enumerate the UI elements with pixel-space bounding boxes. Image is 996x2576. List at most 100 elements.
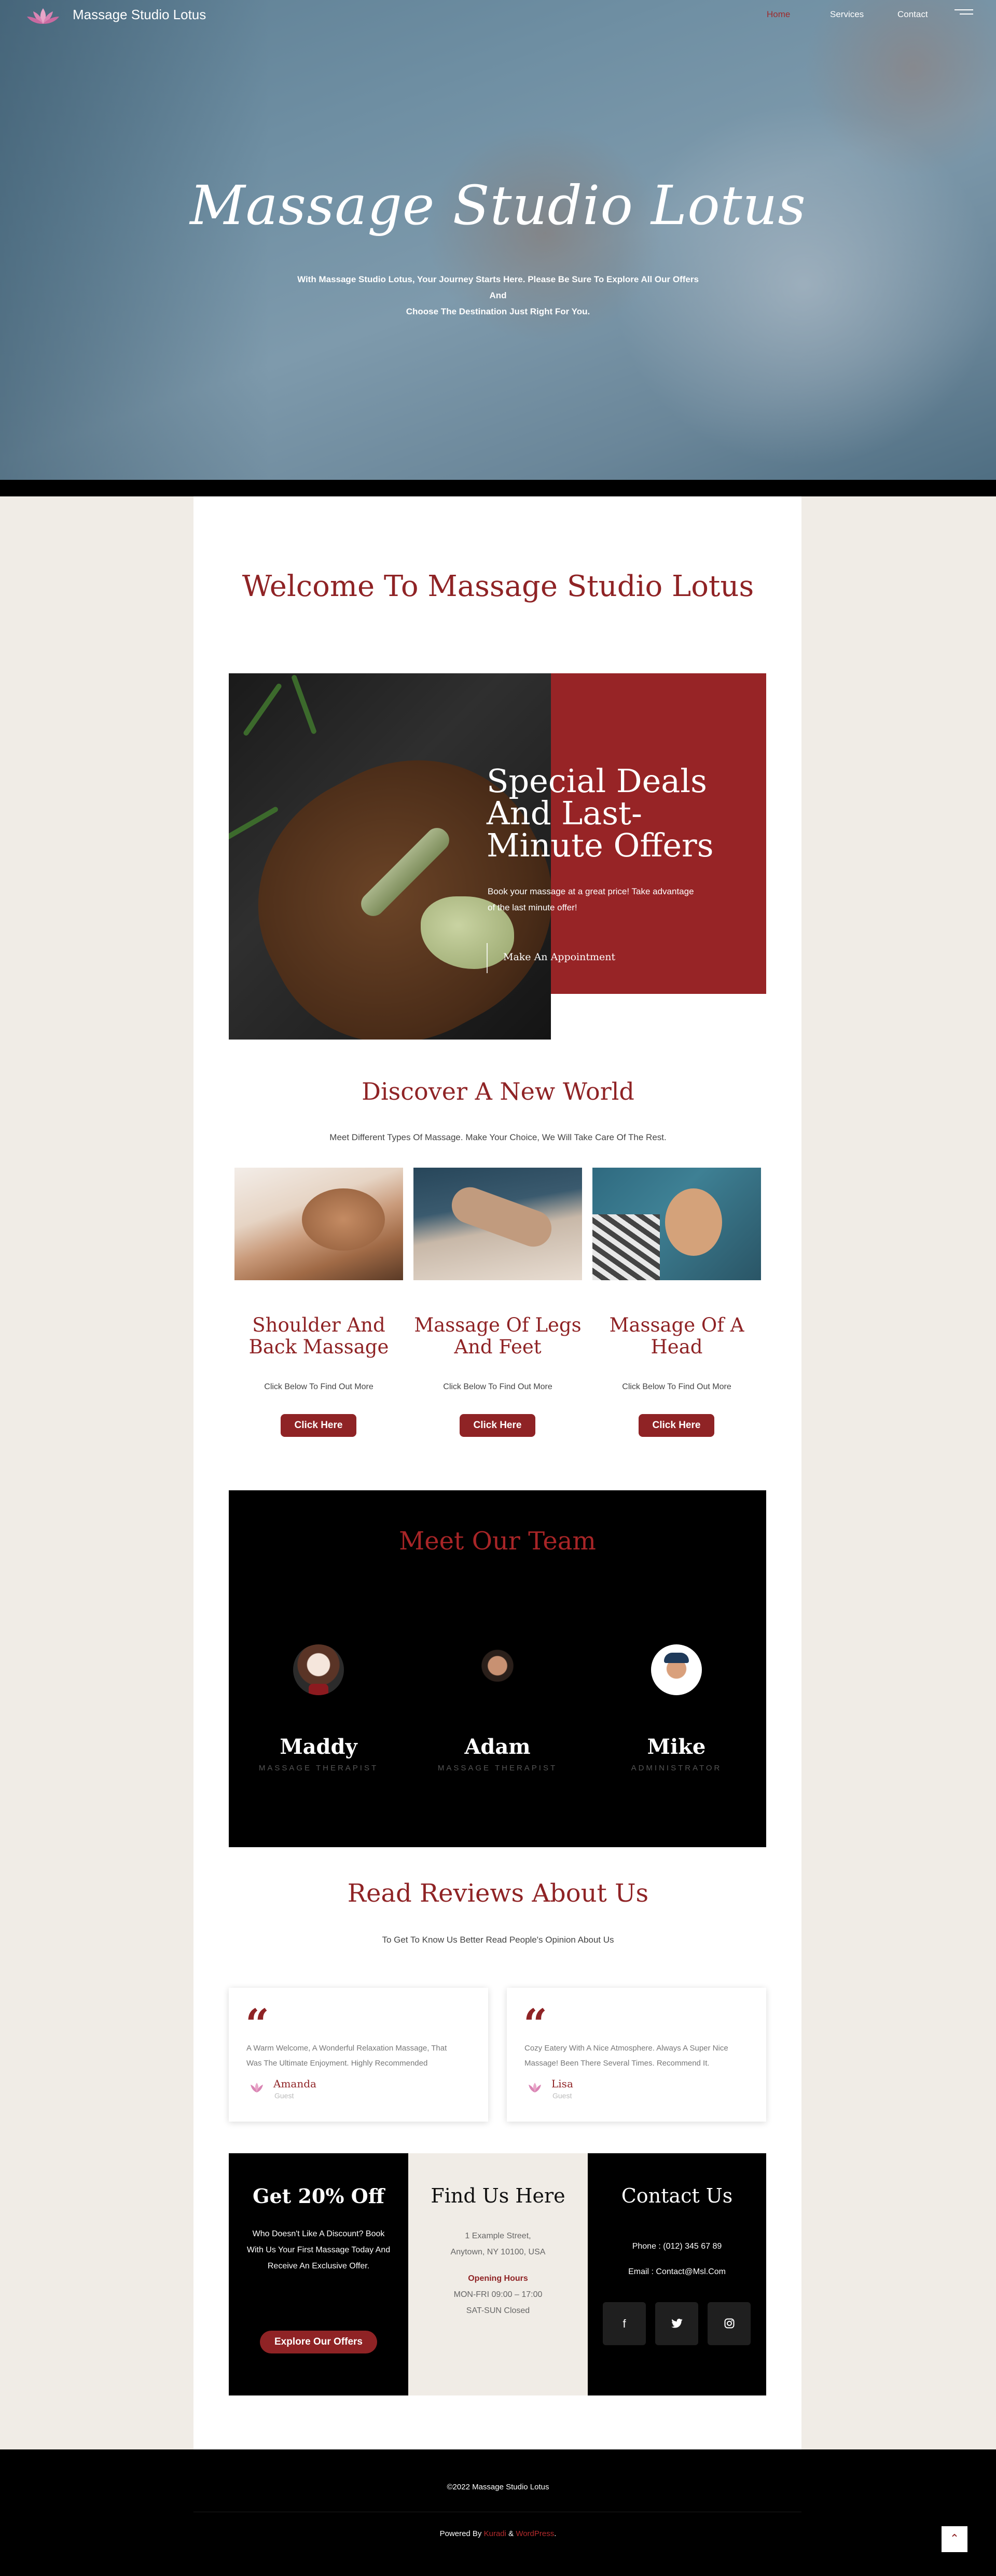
site-footer (0, 2449, 996, 2576)
avatar (472, 1644, 523, 1695)
hero-divider (0, 480, 996, 496)
reviewer-role: Guest (552, 2092, 572, 2100)
reviews-subtitle: To Get To Know Us Better Read People's O… (382, 1935, 614, 1945)
cta-divider (487, 943, 488, 973)
instagram-icon[interactable] (708, 2302, 751, 2345)
discover-heading: Discover A New World (362, 1077, 634, 1105)
nav-home[interactable]: Home (767, 9, 790, 20)
face-shape (665, 1188, 722, 1256)
service-title-line: Massage Of A (609, 1314, 744, 1336)
chevron-up-icon: ⌃ (949, 2532, 960, 2545)
head-massage-image (592, 1168, 761, 1280)
click-here-button[interactable]: Click Here (281, 1414, 356, 1437)
member-name: Adam (464, 1735, 531, 1759)
offer-panel: Get 20% Off Who Doesn't Like A Discount?… (229, 2153, 408, 2395)
contact-title: Contact Us (621, 2184, 733, 2207)
review-text-line: A Warm Welcome, A Wonderful Relaxation M… (246, 2044, 447, 2053)
hero-subtitle-line: Choose The Destination Just Right For Yo… (406, 307, 590, 316)
service-note: Click Below To Find Out More (264, 1382, 374, 1391)
reviewer-name: Lisa (551, 2078, 573, 2090)
service-title-line: Massage Of Legs (414, 1314, 582, 1336)
address-line: 1 Example Street, (465, 2232, 531, 2240)
wordpress-link[interactable]: WordPress (516, 2529, 554, 2538)
hero-subtitle: With Massage Studio Lotus, Your Journey … (290, 271, 706, 320)
member-name: Mike (647, 1735, 706, 1759)
offer-text: Receive An Exclusive Offer. (267, 2262, 370, 2270)
review-card: “ Cozy Eatery With A Nice Atmosphere. Al… (507, 1988, 766, 2122)
rosemary-sprig (242, 682, 283, 737)
avatar (293, 1644, 344, 1695)
phone-text[interactable]: Phone : (012) 345 67 89 (588, 2238, 766, 2254)
address-line: Anytown, NY 10100, USA (450, 2248, 546, 2256)
service-note: Click Below To Find Out More (622, 1382, 731, 1391)
hours-label: Opening Hours (468, 2274, 528, 2283)
reviewer-name: Amanda (273, 2078, 316, 2090)
legs-massage-image (413, 1168, 582, 1280)
quote-icon: “ (523, 2000, 548, 2048)
hours-line: MON-FRI 09:00 – 17:00 (453, 2290, 543, 2299)
quote-icon: “ (245, 2000, 270, 2048)
team-heading: Meet Our Team (399, 1527, 596, 1556)
lotus-icon (529, 2082, 541, 2093)
deals-text-line: Book your massage at a great price! Take… (488, 887, 694, 896)
avatar-cap (664, 1653, 689, 1663)
member-role: ADMINISTRATOR (631, 1764, 722, 1772)
click-here-button[interactable]: Click Here (639, 1414, 714, 1437)
hero-title: Massage Studio Lotus (190, 174, 806, 237)
deals-text-line: of the last minute offer! (488, 903, 577, 912)
service-title-line: Head (651, 1336, 703, 1358)
kuradi-link[interactable]: Kuradi (484, 2529, 506, 2538)
powered-by-amp: & (508, 2529, 514, 2538)
deals-text: Book your massage at a great price! Take… (488, 883, 726, 916)
offer-text: Who Doesn't Like A Discount? Book (252, 2229, 385, 2238)
service-note: Click Below To Find Out More (443, 1382, 552, 1391)
powered-by-text: Powered By Kuradi & WordPress. (0, 2529, 996, 2538)
powered-by-period: . (554, 2529, 557, 2538)
leg-shape (447, 1182, 557, 1252)
nav-contact[interactable]: Contact (897, 9, 928, 20)
service-title: Massage Of A Head (592, 1314, 761, 1358)
lotus-icon[interactable] (25, 6, 61, 27)
service-title-line: And Feet (454, 1336, 542, 1358)
service-title: Shoulder And Back Massage (234, 1314, 403, 1358)
scroll-to-top-button[interactable]: ⌃ (942, 2526, 967, 2552)
location-title: Find Us Here (431, 2184, 565, 2207)
top-nav: Massage Studio Lotus Home Services Conta… (0, 0, 996, 30)
review-text-line: Massage! Been There Several Times. Recom… (524, 2059, 710, 2068)
make-appointment-link[interactable]: Make An Appointment (503, 951, 615, 963)
review-text: Cozy Eatery With A Nice Atmosphere. Alwa… (524, 2041, 748, 2071)
lotus-icon (251, 2082, 263, 2093)
explore-offers-button[interactable]: Explore Our Offers (260, 2331, 377, 2353)
copyright-text: ©2022 Massage Studio Lotus (447, 2483, 549, 2491)
service-title-line: Back Massage (248, 1336, 389, 1358)
offer-title: Get 20% Off (253, 2184, 384, 2208)
deals-title: Special Deals And Last- Minute Offers (487, 765, 777, 862)
hamburger-menu-icon[interactable] (955, 9, 973, 20)
hours-line: SAT-SUN Closed (466, 2306, 530, 2315)
deals-title-line: Minute Offers (487, 826, 714, 864)
discover-subtitle: Meet Different Types Of Massage. Make Yo… (329, 1132, 667, 1142)
service-title-line: Shoulder And (252, 1314, 385, 1336)
back-massage-image (234, 1168, 403, 1280)
back-shape (302, 1188, 385, 1251)
avatar-shirt (309, 1684, 328, 1695)
rosemary-sprig (290, 674, 317, 735)
email-text[interactable]: Email : Contact@Msl.Com (588, 2264, 766, 2280)
click-here-button[interactable]: Click Here (460, 1414, 535, 1437)
deals-title-line: And Last- (487, 794, 642, 832)
hero-banner (0, 0, 996, 480)
review-text-line: Was The Ultimate Enjoyment. Highly Recom… (246, 2059, 428, 2068)
review-card: “ A Warm Welcome, A Wonderful Relaxation… (229, 1988, 488, 2122)
powered-by-label: Powered By (439, 2529, 482, 2538)
brand-name[interactable]: Massage Studio Lotus (73, 7, 206, 23)
reviews-heading: Read Reviews About Us (347, 1879, 649, 1908)
avatar (651, 1644, 702, 1695)
facebook-icon[interactable]: f (603, 2302, 646, 2345)
contact-panel: Contact Us Phone : (012) 345 67 89 Email… (588, 2153, 766, 2395)
member-name: Maddy (280, 1735, 357, 1759)
rosemary-sprig (229, 806, 279, 852)
striped-towel (592, 1214, 660, 1280)
service-title: Massage Of Legs And Feet (413, 1314, 582, 1358)
nav-services[interactable]: Services (830, 9, 864, 20)
twitter-icon[interactable] (655, 2302, 698, 2345)
